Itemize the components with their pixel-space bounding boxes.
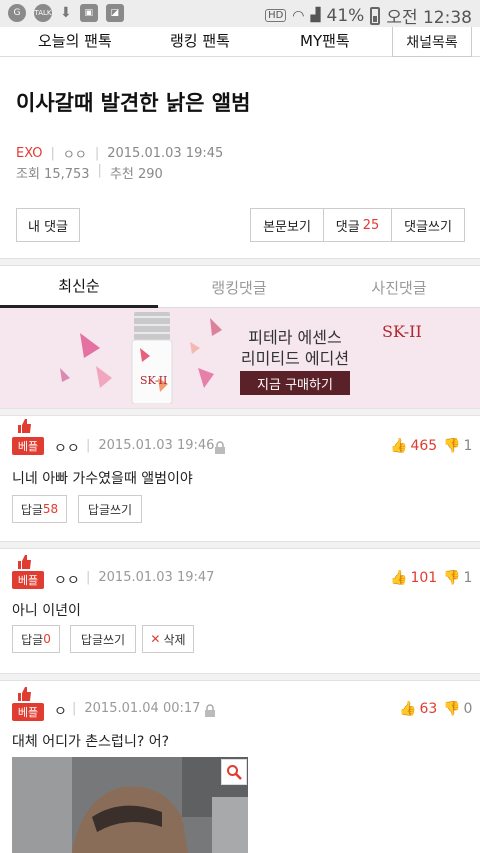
comment-item: 베플 ㅇㅇ | 2015.01.03 19:46 👍 465 👎 1 니네 아빠 가수… [0,417,480,541]
image-icon: ▣ [79,4,98,22]
lock-icon [215,441,225,454]
ad-brand-logo: SK-II [382,322,422,341]
best-badge: 베플 [12,703,44,721]
thumbs-up-icon: 👍 [399,701,417,717]
section-divider [0,258,480,266]
ad-buy-button[interactable]: 지금 구매하기 [240,371,350,395]
comment-date: | 2015.01.03 19:46 [86,438,215,453]
tab-ranking[interactable]: 랭킹댓글 [160,266,318,308]
best-thumb-icon [18,555,31,569]
post-meta: EXO | ㅇㅇ | 2015.01.03 19:45 [16,144,223,163]
nav-ranking-pantalk[interactable]: 랭킹 팬톡 [170,30,230,51]
best-thumb-icon [18,419,31,433]
wifi-icon: ◠ [292,7,305,24]
best-badge: 베플 [12,437,44,455]
delete-button[interactable]: ✕ 삭제 [142,625,194,653]
post-stats: 조회 15,753 | 추천 290 [16,163,163,182]
post-title: 이사갈때 발견한 낡은 앨범 [16,91,251,115]
comment-author: ㅇㅇ [54,441,80,457]
download-icon: ⬇ [60,5,72,21]
best-badge: 베플 [12,571,44,589]
section-divider [0,408,480,416]
comment-tabs: 최신순 랭킹댓글 사진댓글 [0,266,480,308]
status-bar: G TALK ⬇ ▣ ◪ HD ◠ ▟ 41% 오전 12:38 [0,0,480,28]
thumbs-up-icon: 👍 [390,570,408,586]
comment-divider [0,673,480,681]
x-icon: ✕ [150,632,161,646]
post-author: ㅇㅇ [62,148,87,163]
app-icon: ◪ [105,4,124,22]
reply-count-button[interactable]: 답글 0 [12,625,60,653]
thumbs-up-icon: 👍 [390,438,408,454]
my-comments-button[interactable]: 내 댓글 [16,208,80,242]
view-body-button[interactable]: 본문보기 [250,208,324,242]
status-time: 오전 12:38 [386,8,472,28]
dislike-button[interactable]: 👎 0 [443,701,472,717]
like-button[interactable]: 👍 465 [390,438,437,454]
meta-divider: | [94,146,100,161]
status-right: HD ◠ ▟ 41% 오전 12:38 [265,3,472,28]
talk-icon: TALK [34,4,52,22]
nav-today-pantalk[interactable]: 오늘의 팬톡 [38,30,112,51]
sk2-bottle-image [131,312,173,404]
lock-icon [205,704,215,717]
battery-percent: 41% [326,5,365,26]
dislike-button[interactable]: 👎 1 [443,570,472,586]
signal-icon: ▟ [310,8,321,23]
like-button[interactable]: 👍 101 [390,570,437,586]
comment-divider [0,541,480,549]
comment-date: | 2015.01.04 00:17 [72,701,201,716]
best-thumb-icon [18,687,31,701]
tab-latest[interactable]: 최신순 [0,266,158,308]
write-comment-button[interactable]: 댓글쓰기 [391,208,465,242]
comment-author: ㅇ [54,704,67,720]
search-icon [227,765,242,780]
carrier-icon: G [8,4,26,22]
post-date: 2015.01.03 19:45 [107,146,224,161]
post-category[interactable]: EXO [16,146,43,161]
ad-banner[interactable]: SK-II 피테라 에센스 리미티드 에디션 지금 구매하기 SK-II [0,308,480,408]
write-reply-button[interactable]: 답글쓰기 [70,625,136,653]
comments-count: 25 [362,217,380,233]
comment-photo[interactable] [12,757,248,853]
photo-content [12,757,248,853]
reply-count-button[interactable]: 답글 58 [12,495,67,523]
thumbs-down-icon: 👎 [443,570,461,586]
like-button[interactable]: 👍 63 [399,701,437,717]
comment-text: 니네 아빠 가수였을때 앨범이야 [12,471,193,487]
ad-line-2: 리미티드 에디션 [240,349,350,368]
comment-author: ㅇㅇ [54,573,80,589]
comment-text: 대체 어디가 촌스럽니? 어? [12,734,170,750]
write-reply-button[interactable]: 답글쓰기 [78,495,142,523]
post-views: 조회 15,753 [16,167,90,182]
tab-photo[interactable]: 사진댓글 [320,266,478,308]
status-left-icons: G TALK ⬇ ▣ ◪ [8,4,124,22]
thumbs-down-icon: 👎 [443,438,461,454]
comments-button[interactable]: 댓글 25 [323,208,392,242]
bottle-label: SK-II [140,374,168,387]
channel-list-button[interactable]: 채널목록 [392,27,472,57]
hd-icon: HD [265,9,287,22]
top-nav: 오늘의 팬톡 랭킹 팬톡 MY팬톡 채널목록 [0,27,480,57]
comments-label: 댓글 [335,219,360,235]
comment-date: | 2015.01.03 19:47 [86,570,215,585]
nav-my-pantalk[interactable]: MY팬톡 [300,30,350,51]
battery-icon [370,6,381,25]
comment-item: 베플 ㅇㅇ | 2015.01.03 19:47 👍 101 👎 1 아니 이년이 답… [0,549,480,673]
zoom-button[interactable] [221,759,247,785]
comment-text: 아니 이년이 [12,603,81,619]
thumbs-down-icon: 👎 [443,701,461,717]
post-recommend: 추천 290 [109,167,163,182]
dislike-button[interactable]: 👎 1 [443,438,472,454]
meta-divider: | [97,163,102,178]
meta-divider: | [50,146,55,161]
